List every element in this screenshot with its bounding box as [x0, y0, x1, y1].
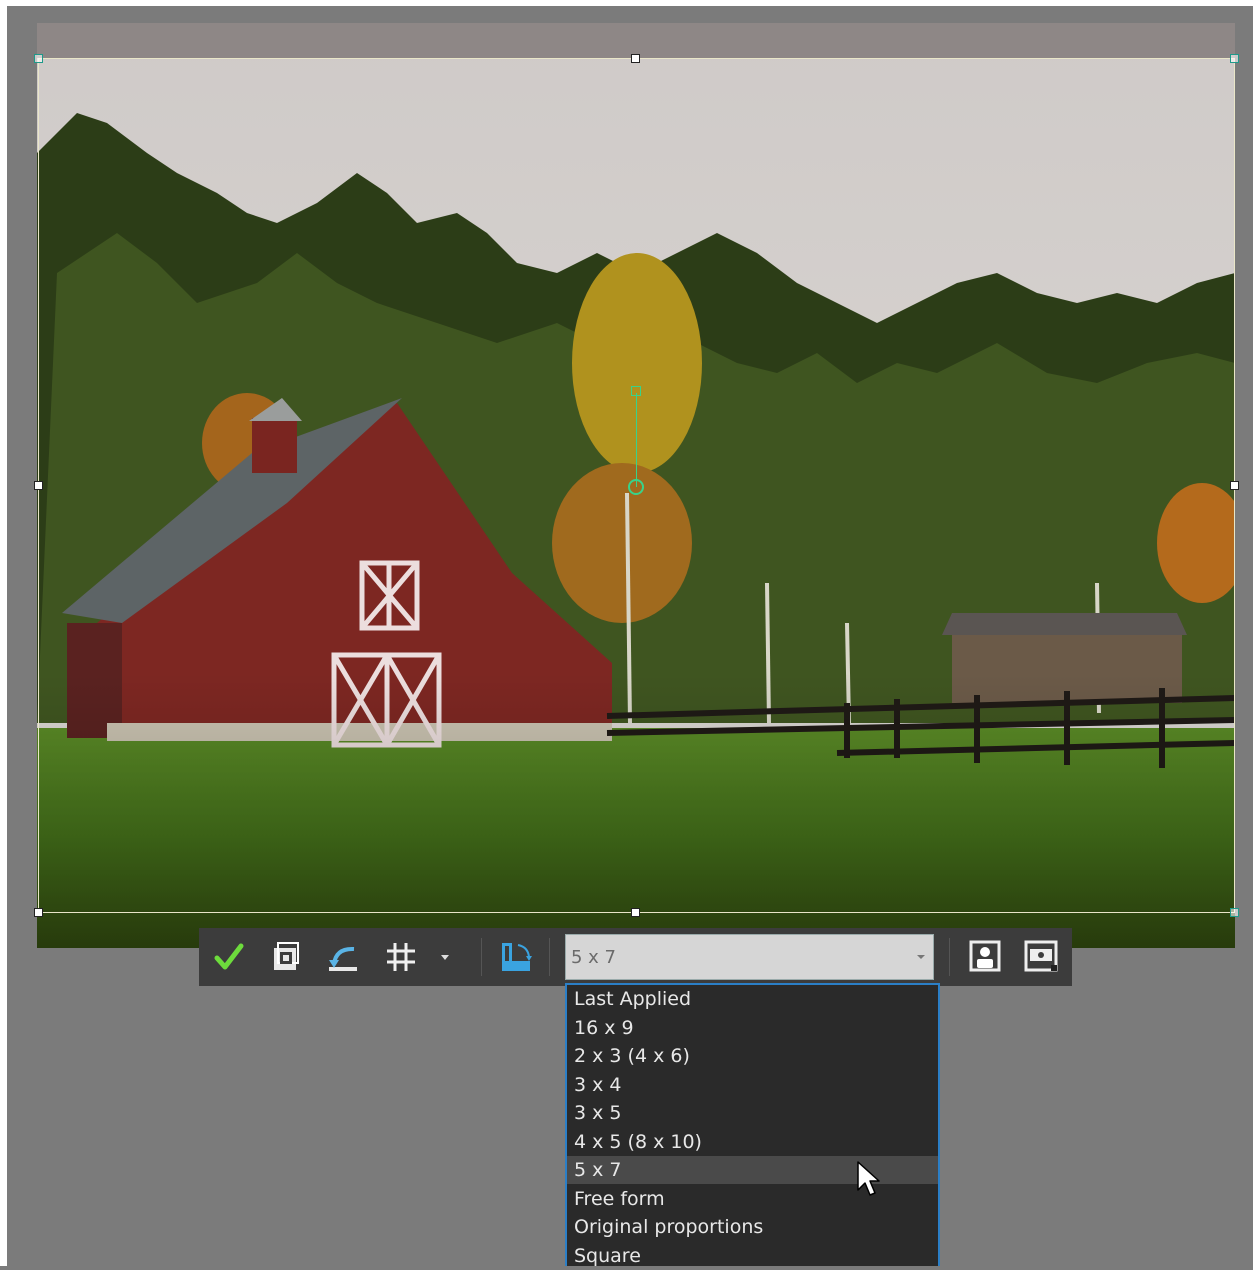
dropdown-item-2x3[interactable]: 2 x 3 (4 x 6)	[567, 1042, 938, 1070]
dropdown-item-16x9[interactable]: 16 x 9	[567, 1014, 938, 1042]
crop-handle-right[interactable]	[1230, 481, 1239, 490]
crop-handle-bottom-right[interactable]	[1230, 908, 1239, 917]
crop-handle-top-left[interactable]	[34, 54, 43, 63]
crop-handle-top-right[interactable]	[1230, 54, 1239, 63]
aspect-ratio-dropdown[interactable]: Last Applied 16 x 9 2 x 3 (4 x 6) 3 x 4 …	[565, 983, 940, 1267]
rotate-icon[interactable]	[323, 936, 363, 978]
portrait-orientation-icon[interactable]	[966, 937, 1004, 975]
aspect-ratio-select[interactable]: 5 x 7	[565, 934, 934, 980]
toolbar-divider	[949, 938, 950, 976]
toolbar-divider	[549, 938, 550, 976]
straighten-icon[interactable]	[496, 936, 536, 978]
dropdown-item-free-form[interactable]: Free form	[567, 1185, 938, 1213]
dropdown-item-last-applied[interactable]: Last Applied	[567, 985, 938, 1013]
rotation-anchor[interactable]	[631, 386, 641, 396]
mouse-cursor-icon	[856, 1160, 880, 1202]
apply-checkmark-icon[interactable]	[209, 936, 249, 978]
chevron-down-icon[interactable]	[917, 955, 925, 959]
dropdown-item-4x5[interactable]: 4 x 5 (8 x 10)	[567, 1128, 938, 1156]
crop-handle-bottom-left[interactable]	[34, 908, 43, 917]
crop-to-selection-icon[interactable]	[267, 936, 307, 978]
rotation-handle[interactable]	[628, 479, 644, 495]
dropdown-item-5x7[interactable]: 5 x 7	[567, 1156, 938, 1184]
crop-handle-bottom[interactable]	[631, 908, 640, 917]
dropdown-item-3x5[interactable]: 3 x 5	[567, 1099, 938, 1127]
dropdown-item-3x4[interactable]: 3 x 4	[567, 1071, 938, 1099]
rotation-guide-line	[636, 393, 637, 487]
window-left-edge	[0, 0, 7, 1266]
grid-dropdown-icon[interactable]	[434, 936, 456, 978]
aspect-ratio-value: 5 x 7	[571, 947, 616, 968]
landscape-orientation-icon[interactable]	[1022, 937, 1060, 975]
dropdown-item-original-proportions[interactable]: Original proportions	[567, 1213, 938, 1241]
crop-toolbar: 5 x 7	[199, 928, 1072, 986]
toolbar-divider	[481, 938, 482, 976]
grid-icon[interactable]	[381, 936, 421, 978]
crop-handle-left[interactable]	[34, 481, 43, 490]
crop-handle-top[interactable]	[631, 54, 640, 63]
